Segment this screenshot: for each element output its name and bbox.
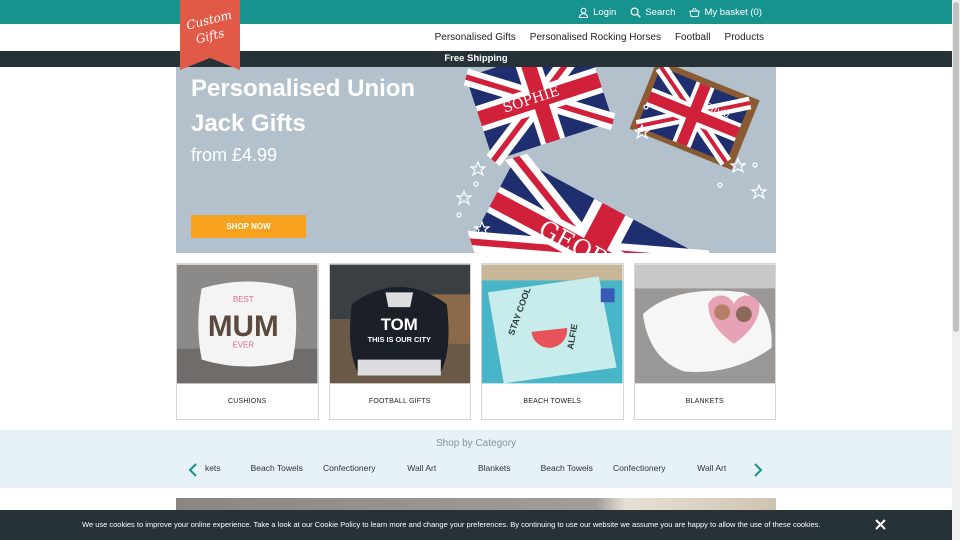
product-card-football-gifts[interactable]: TOM THIS IS OUR CITY FOOTBALL GIFTS [328, 263, 471, 420]
product-cards: BEST MUM EVER CUSHIONS TOM THIS IS OUR C… [176, 263, 776, 420]
nav-personalised-gifts[interactable]: Personalised Gifts [435, 32, 516, 43]
cushions-image: BEST MUM EVER [177, 264, 318, 384]
site-logo[interactable]: Custom Gifts [180, 0, 240, 70]
product-label: BEACH TOWELS [523, 398, 582, 405]
search-icon [630, 7, 642, 18]
category-wall-art[interactable]: Wall Art [386, 463, 459, 473]
basket-label: My basket (0) [704, 6, 762, 18]
chevron-left-icon [188, 463, 197, 477]
category-next-button[interactable] [752, 462, 764, 478]
category-carousel: Blankets Beach Towels Confectionery Wall… [205, 463, 745, 477]
category-blankets[interactable]: Blankets [458, 463, 531, 473]
category-beach-towels[interactable]: Beach Towels [531, 463, 604, 473]
top-bar: Login Search My basket (0) [0, 0, 952, 24]
category-wall-art[interactable]: Wall Art [676, 463, 746, 473]
football-gifts-image: TOM THIS IS OUR CITY [329, 264, 470, 384]
nav-football[interactable]: Football [675, 32, 711, 43]
shop-now-button[interactable]: SHOP NOW [191, 215, 306, 238]
beach-towels-image: STAY COOL ALFIE [482, 264, 623, 384]
cushion-text-mum: MUM [208, 310, 279, 343]
product-label: FOOTBALL GIFTS [368, 398, 431, 405]
cookie-banner: We use cookies to improve your online ex… [0, 510, 952, 540]
union-jack-towels-image: Olivia SOPHIE GEORGE [456, 67, 768, 253]
product-card-beach-towels[interactable]: STAY COOL ALFIE BEACH TOWELS [481, 263, 624, 420]
product-card-blankets[interactable]: BLANKETS [633, 263, 776, 420]
login-label: Login [593, 6, 617, 18]
category-blankets[interactable]: Blankets [205, 463, 241, 473]
category-confectionery[interactable]: Confectionery [313, 463, 386, 473]
blankets-image [634, 264, 775, 384]
scrollbar[interactable] [952, 0, 960, 540]
search-link[interactable]: Search [630, 7, 675, 18]
user-icon [578, 7, 589, 18]
chevron-right-icon [754, 463, 763, 477]
nav-personalised-rocking-horses[interactable]: Personalised Rocking Horses [530, 32, 661, 43]
football-text-tom: TOM [380, 315, 417, 334]
basket-icon [689, 7, 701, 17]
product-card-cushions[interactable]: BEST MUM EVER CUSHIONS [176, 263, 319, 420]
category-prev-button[interactable] [187, 462, 199, 478]
hero-banner[interactable]: Personalised Union Jack Gifts from £4.99… [176, 67, 776, 253]
hero-price: from £4.99 [191, 145, 278, 165]
main-nav: Personalised Gifts Personalised Rocking … [0, 24, 952, 51]
cookie-close-button[interactable] [874, 518, 887, 531]
product-label: BLANKETS [685, 398, 724, 405]
cushion-text-best: BEST [233, 295, 254, 304]
category-beach-towels[interactable]: Beach Towels [241, 463, 314, 473]
login-link[interactable]: Login [578, 7, 616, 18]
nav-products[interactable]: Products [725, 32, 764, 43]
football-text-city: THIS IS OUR CITY [367, 335, 430, 344]
top-nav: Login Search My basket (0) [578, 0, 762, 24]
shop-by-category: Shop by Category Blankets Beach Towels C… [0, 430, 952, 488]
search-label: Search [645, 6, 676, 18]
category-confectionery[interactable]: Confectionery [603, 463, 676, 473]
hero-title: Personalised Union Jack Gifts [191, 75, 416, 137]
basket-link[interactable]: My basket (0) [689, 7, 762, 18]
scrollbar-thumb[interactable] [953, 2, 959, 332]
product-label: CUSHIONS [227, 398, 267, 405]
free-shipping-banner: Free Shipping [0, 51, 952, 67]
logo-banner: Custom Gifts [180, 0, 240, 70]
cushion-text-ever: EVER [233, 341, 255, 350]
category-title: Shop by Category [435, 438, 517, 449]
cookie-message: We use cookies to improve your online ex… [82, 520, 821, 529]
close-icon [875, 519, 886, 530]
